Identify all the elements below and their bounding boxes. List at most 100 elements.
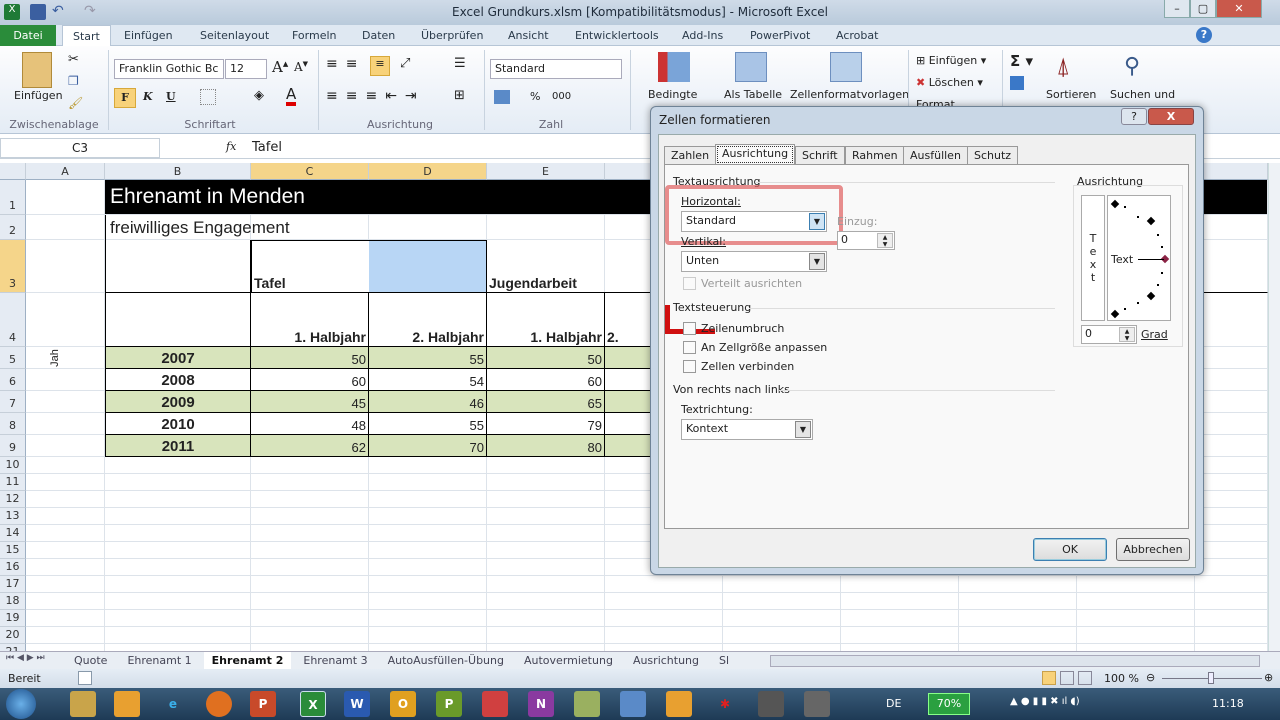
- maximize-button[interactable]: ▢: [1190, 0, 1216, 18]
- taskbar-app2-icon[interactable]: [620, 691, 646, 717]
- cell[interactable]: [1195, 215, 1268, 240]
- cell[interactable]: [1195, 627, 1268, 644]
- font-size-combo[interactable]: 12: [225, 59, 267, 79]
- row-header[interactable]: 9: [0, 435, 26, 457]
- cell[interactable]: [487, 576, 605, 593]
- taskbar-media-icon[interactable]: [114, 691, 140, 717]
- cell[interactable]: [487, 491, 605, 508]
- sheet-tab[interactable]: Ehrenamt 3: [295, 652, 375, 669]
- cell[interactable]: [841, 593, 959, 610]
- cell[interactable]: [1195, 391, 1268, 413]
- sheet-tab[interactable]: AutoAusfüllen-Übung: [380, 652, 512, 669]
- sheet-tab[interactable]: Autovermietung: [516, 652, 621, 669]
- taskbar-word-icon[interactable]: W: [344, 691, 370, 717]
- cell[interactable]: [605, 576, 723, 593]
- column-header[interactable]: D: [369, 163, 487, 180]
- bold-button[interactable]: F: [114, 88, 136, 108]
- vertical-align-icons[interactable]: ≡≡: [326, 56, 365, 72]
- zoom-level[interactable]: 100 %: [1104, 672, 1139, 685]
- cell[interactable]: [1195, 435, 1268, 457]
- cell[interactable]: [1195, 474, 1268, 491]
- vertical-dropdown-arrow-icon[interactable]: ▼: [809, 253, 825, 270]
- cell[interactable]: [1077, 593, 1195, 610]
- taskbar-ie-icon[interactable]: e: [160, 691, 186, 717]
- cell[interactable]: [959, 576, 1077, 593]
- cell[interactable]: [1077, 627, 1195, 644]
- cell-styles-icon[interactable]: [830, 52, 862, 82]
- format-as-table-button[interactable]: Als Tabelle: [724, 88, 782, 101]
- cell[interactable]: [26, 391, 105, 413]
- tab-acrobat[interactable]: Acrobat: [826, 25, 888, 46]
- font-name-combo[interactable]: Franklin Gothic Bc: [114, 59, 224, 79]
- taskbar-publisher-icon[interactable]: P: [436, 691, 462, 717]
- sheet-tab[interactable]: Sl: [711, 652, 737, 669]
- cell[interactable]: [26, 644, 105, 651]
- taskbar-powerpoint-icon[interactable]: P: [250, 691, 276, 717]
- delete-cells-button[interactable]: ✖ Löschen ▾: [916, 76, 983, 89]
- dialog-tab-zahlen[interactable]: Zahlen: [664, 146, 717, 164]
- merge-cells-checkbox[interactable]: [683, 360, 696, 373]
- taskbar-firefox-icon[interactable]: [206, 691, 232, 717]
- row-header[interactable]: 8: [0, 413, 26, 435]
- row-header[interactable]: 6: [0, 369, 26, 391]
- orientation-dial[interactable]: Text: [1107, 195, 1171, 321]
- year-cell[interactable]: 2009: [105, 391, 251, 413]
- column-header[interactable]: [1195, 163, 1268, 180]
- row-header[interactable]: 18: [0, 593, 26, 610]
- year-cell[interactable]: 2007: [105, 347, 251, 369]
- tab-formeln[interactable]: Formeln: [282, 25, 347, 46]
- tab-start[interactable]: Start: [62, 25, 111, 46]
- minimize-button[interactable]: –: [1164, 0, 1190, 18]
- cell[interactable]: [105, 559, 251, 576]
- tab-ueberpruefen[interactable]: Überprüfen: [411, 25, 493, 46]
- cell[interactable]: [487, 627, 605, 644]
- cell[interactable]: [369, 508, 487, 525]
- cell[interactable]: [1195, 644, 1268, 651]
- cell[interactable]: [105, 474, 251, 491]
- cell[interactable]: [26, 525, 105, 542]
- zoom-slider-handle[interactable]: [1208, 672, 1214, 684]
- paste-icon[interactable]: [22, 52, 52, 88]
- page-layout-view-icon[interactable]: [1060, 671, 1074, 685]
- format-painter-icon[interactable]: 🖌: [68, 96, 83, 110]
- copy-icon[interactable]: ❐: [68, 74, 79, 88]
- cell[interactable]: [1195, 347, 1268, 369]
- number-format-combo[interactable]: Standard: [490, 59, 622, 79]
- formula-input[interactable]: Tafel: [252, 140, 282, 155]
- cell[interactable]: [369, 525, 487, 542]
- value-cell[interactable]: 60: [251, 369, 369, 391]
- row-header[interactable]: 4: [0, 293, 26, 347]
- close-button[interactable]: ✕: [1216, 0, 1262, 18]
- cell[interactable]: [105, 508, 251, 525]
- cell[interactable]: [26, 627, 105, 644]
- grow-font-icon[interactable]: A▲: [272, 58, 288, 76]
- sheet-tab[interactable]: Quote: [66, 652, 115, 669]
- cell[interactable]: [487, 644, 605, 651]
- year-cell[interactable]: 2010: [105, 413, 251, 435]
- column-header[interactable]: C: [251, 163, 369, 180]
- value-cell[interactable]: 79: [487, 413, 605, 435]
- normal-view-icon[interactable]: [1042, 671, 1056, 685]
- row-header[interactable]: 16: [0, 559, 26, 576]
- taskbar-app4-icon[interactable]: ✱: [712, 691, 738, 717]
- value-cell[interactable]: 46: [369, 391, 487, 413]
- cell[interactable]: [841, 627, 959, 644]
- row-header[interactable]: 14: [0, 525, 26, 542]
- dialog-help-button[interactable]: ?: [1121, 108, 1147, 125]
- shrink-to-fit-checkbox[interactable]: [683, 341, 696, 354]
- value-cell[interactable]: 80: [487, 435, 605, 457]
- cell[interactable]: [105, 576, 251, 593]
- tab-powerpivot[interactable]: PowerPivot: [740, 25, 820, 46]
- wrap-text-checkbox[interactable]: [683, 322, 696, 335]
- cell[interactable]: [1195, 593, 1268, 610]
- cell[interactable]: [1195, 457, 1268, 474]
- dialog-tab-schutz[interactable]: Schutz: [967, 146, 1019, 164]
- cell[interactable]: [841, 576, 959, 593]
- cell[interactable]: [487, 525, 605, 542]
- insert-cells-button[interactable]: ⊞ Einfügen ▾: [916, 54, 986, 67]
- text-direction-dropdown[interactable]: Kontext ▼: [681, 419, 813, 440]
- dialog-close-button[interactable]: X: [1148, 108, 1194, 125]
- cell[interactable]: [1195, 369, 1268, 391]
- value-cell[interactable]: 60: [487, 369, 605, 391]
- tab-addins[interactable]: Add-Ins: [672, 25, 733, 46]
